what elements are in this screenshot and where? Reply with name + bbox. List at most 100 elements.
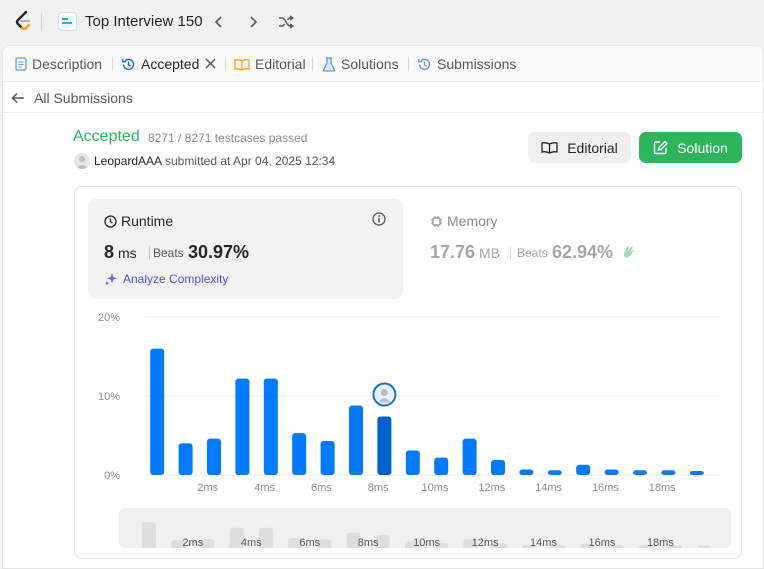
clock-icon [104,214,117,228]
divider [149,246,150,260]
divider [41,13,42,31]
runtime-unit: ms [118,245,137,261]
editorial-button-label: Editorial [567,139,618,156]
solution-button-label: Solution [677,139,728,156]
y-tick-label: 10% [98,391,120,403]
chart-range-selector[interactable]: 2ms 4ms 6ms 8ms 10ms 12ms 14ms 16ms 18ms [119,508,731,548]
chart-bar [263,378,278,475]
tab-submissions[interactable]: Submissions [417,54,516,74]
divider [408,57,409,71]
book-icon [541,142,558,154]
tab-solutions[interactable]: Solutions [322,54,399,74]
tab-accepted[interactable]: Accepted [121,54,222,74]
mini-bar [697,545,712,548]
shuffle-button[interactable] [276,12,296,32]
x-tick-label: 12ms [478,482,505,494]
arrow-left-icon [11,92,24,104]
testcases-passed: 8271 / 8271 testcases passed [148,131,308,145]
description-icon [15,57,27,71]
mini-x-tick-label: 12ms [472,537,499,548]
x-tick-label: 6ms [311,482,332,494]
memory-panel[interactable]: Memory 17.76 MB Beats 62.94% [430,199,730,299]
divider [312,57,313,71]
y-tick-label: 0% [104,470,120,482]
chart-bar [377,416,392,475]
y-tick-label: 20% [98,312,120,324]
tab-editorial[interactable]: Editorial [234,54,306,74]
chart-bar [178,443,193,475]
user-marker-avatar [372,382,397,407]
username-link[interactable]: LeopardAAA [94,154,162,168]
mini-x-tick-label: 6ms [299,537,320,548]
problem-list-title[interactable]: Top Interview 150 [85,13,203,30]
edit-icon [654,140,669,155]
x-tick-label: 16ms [592,482,619,494]
chart-bar [661,470,676,475]
info-icon[interactable] [372,212,386,231]
flask-icon [322,56,336,72]
divider [225,57,226,71]
mini-x-tick-label: 8ms [358,537,379,548]
chart-bar [207,438,221,475]
leetcode-logo-icon[interactable] [13,10,35,32]
performance-card: Runtime 8 ms Beats 30.97% Analyze Complex… [74,186,742,559]
runtime-number: 8 [104,242,115,262]
mini-x-tick-label: 16ms [589,537,616,548]
chart-bar [320,441,335,475]
top-bar: Top Interview 150 [0,0,764,44]
avatar[interactable] [74,153,90,169]
tab-label: Accepted [141,56,200,72]
chip-icon [431,215,442,227]
chart-bar [150,348,165,475]
chart-bar [633,470,647,475]
tab-label: Editorial [255,56,306,72]
runtime-label: Runtime [104,213,173,229]
runtime-label-text: Runtime [121,213,174,229]
mini-x-tick-label: 2ms [182,537,203,548]
range-selector-mini-chart: 2ms 4ms 6ms 8ms 10ms 12ms 14ms 16ms 18ms [142,522,712,548]
tab-label: Description [32,56,103,72]
sparkle-icon [104,273,117,286]
mini-x-tick-label: 10ms [413,537,440,548]
runtime-panel[interactable]: Runtime 8 ms Beats 30.97% Analyze Complex… [88,199,403,299]
submission-status: Accepted [73,128,140,145]
chart-bar [491,459,505,475]
chart-bar [689,471,704,475]
prev-problem-button[interactable] [209,12,229,32]
memory-beats-value: 62.94% [552,242,636,263]
editorial-button[interactable]: Editorial [528,132,631,163]
chart-bar [292,433,307,475]
book-icon [234,58,250,71]
memory-value: 17.76 MB [430,242,500,263]
chart-bar [604,469,619,475]
solution-button[interactable]: Solution [639,132,742,163]
memory-label: Memory [430,213,498,229]
mini-x-tick-label: 18ms [647,537,674,548]
shuffle-icon [279,15,294,29]
mini-x-tick-label: 4ms [241,537,262,548]
x-tick-label: 10ms [422,482,449,494]
tab-label: Solutions [341,56,399,72]
submitted-time: submitted at Apr 04, 2025 12:34 [165,154,336,168]
x-tick-label: 14ms [535,482,562,494]
memory-beats-number: 62.94% [552,242,614,262]
next-problem-button[interactable] [243,12,263,32]
back-to-submissions-link[interactable]: All Submissions [11,90,133,106]
chart-bar [462,438,477,475]
tab-description[interactable]: Description [15,54,102,74]
chart-bar [434,457,449,475]
tab-label: Submissions [437,56,517,72]
tab-bar: Description Accepted Editorial Solutions… [3,46,763,82]
close-icon[interactable] [199,57,217,71]
runtime-distribution-chart[interactable]: 0% 10% 20% 2ms 4ms 6ms 8ms 10ms 12ms 14ms 16ms 18ms [75,307,743,497]
mini-x-tick-label: 14ms [530,537,557,548]
divider [112,57,113,71]
mini-bar [142,522,156,548]
runtime-beats-label: Beats [153,246,184,260]
analyze-complexity-link[interactable]: Analyze Complexity [104,271,228,286]
history-icon [121,58,135,70]
chart-bar [235,378,250,475]
x-tick-label: 4ms [254,482,275,494]
chart-bar [547,470,562,475]
study-plan-icon [58,12,77,31]
